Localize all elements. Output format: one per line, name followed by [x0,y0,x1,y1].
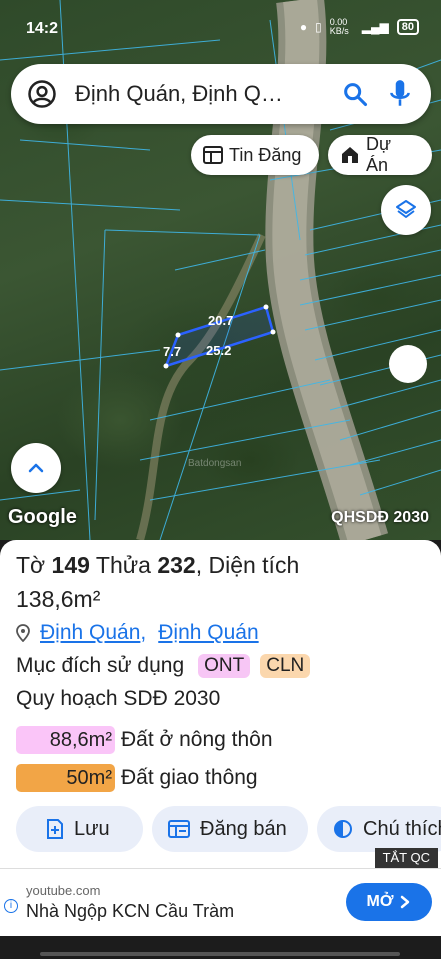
location-link-commune[interactable]: Định Quán [158,621,258,645]
parcel-info-sheet: Tờ 149 Thửa 232, Diện tích 138,6m² Định … [0,540,441,870]
expand-sheet-button[interactable] [11,443,61,493]
parcel-title: Tờ 149 Thửa 232, Diện tích 138,6m² [16,548,436,616]
legend-button[interactable]: Chú thích [317,806,441,852]
plan-heading: Quy hoạch SDĐ 2030 [16,687,221,710]
location-row: Định Quán , Định Quán [16,621,259,645]
ad-open-button[interactable]: MỞ [346,883,432,921]
measure-side-label: 7.7 [163,344,182,359]
area-label: , Diện tích [195,552,300,578]
lot-number: 232 [157,552,196,578]
land-use-label: Mục đích sử dụng [16,654,185,677]
projects-chip[interactable]: Dự Án [328,134,432,175]
google-logo: Google [8,506,77,528]
contrast-icon [334,820,352,838]
news-icon [203,146,223,164]
status-bar: 14:2 ● ▯ 0.00 KB/s ▂▄▆ 80 [0,14,441,40]
chevron-right-icon [401,895,410,909]
map-view[interactable]: 20.7 7.7 25.2 Batdongsan 14:2 ● ▯ 0.00 K… [0,0,441,540]
search-input[interactable]: Định Quán, Định Q… [75,81,335,107]
measure-top-label: 20.7 [208,313,234,328]
ad-open-label: MỞ [366,893,394,910]
vibrate-icon: ▯ [315,20,322,34]
microphone-icon[interactable] [387,78,413,110]
battery-icon: 80 [396,19,419,35]
ad-url: youtube.com [26,883,101,898]
status-time: 14:2 [26,20,59,37]
post-for-sale-label: Đăng bán [200,817,287,840]
post-for-sale-button[interactable]: Đăng bán [152,806,308,852]
plan-layer-label: QHSDĐ 2030 [331,509,429,526]
land-use-tag-ont: ONT [198,654,251,678]
account-icon[interactable] [27,79,57,109]
parcel-area: 138,6m² [16,586,101,612]
save-button[interactable]: Lưu [16,806,143,852]
listings-chip[interactable]: Tin Đăng [191,135,319,175]
search-bar[interactable]: Định Quán, Định Q… [11,64,431,124]
land-use-tag-cln: CLN [260,654,311,678]
ad-banner[interactable]: i youtube.com Nhà Ngộp KCN Cầu Tràm MỞ [0,868,441,936]
bookmark-add-icon [47,819,63,839]
ad-title: Nhà Ngộp KCN Cầu Tràm [26,901,235,921]
listing-icon [168,820,190,838]
land-use-row: Mục đích sử dụng ONT CLN [16,654,311,678]
save-button-label: Lưu [74,817,110,840]
zone-area: 88,6m² [16,726,115,754]
home-gesture-bar[interactable] [40,952,400,956]
location-status-icon: ● [299,20,308,34]
projects-chip-label: Dự Án [365,134,392,175]
lot-label: Thửa [95,552,151,578]
ad-close-button[interactable]: TẮT QC [374,848,438,868]
zone-name: Đất giao thông [121,766,258,789]
network-speed: 0.00 KB/s [329,17,349,36]
watermark: Batdongsan [188,458,242,469]
sheet-number: 149 [51,552,90,578]
legend-button-label: Chú thích [363,817,441,840]
location-link-district[interactable]: Định Quán [40,621,140,645]
layers-icon [396,200,416,218]
system-nav-bar [0,937,441,959]
location-pin-icon [16,624,30,642]
ad-info-icon[interactable]: i [4,899,18,913]
sheet-label: Tờ [16,552,46,578]
zone-area: 50m² [16,764,115,792]
measure-bottom-label: 25.2 [206,343,232,358]
zone-row-residential: 88,6m² Đất ở nông thôn [16,726,273,754]
location-separator: , [140,621,147,644]
zone-name: Đất ở nông thôn [121,728,273,751]
listings-chip-label: Tin Đăng [229,144,302,165]
layers-button[interactable] [381,185,431,235]
chevron-up-icon [28,463,44,473]
home-icon [341,147,358,163]
zone-row-traffic: 50m² Đất giao thông [16,764,258,792]
signal-icon: ▂▄▆ [361,20,389,34]
map-round-button[interactable] [389,345,427,383]
search-icon[interactable] [341,80,369,108]
